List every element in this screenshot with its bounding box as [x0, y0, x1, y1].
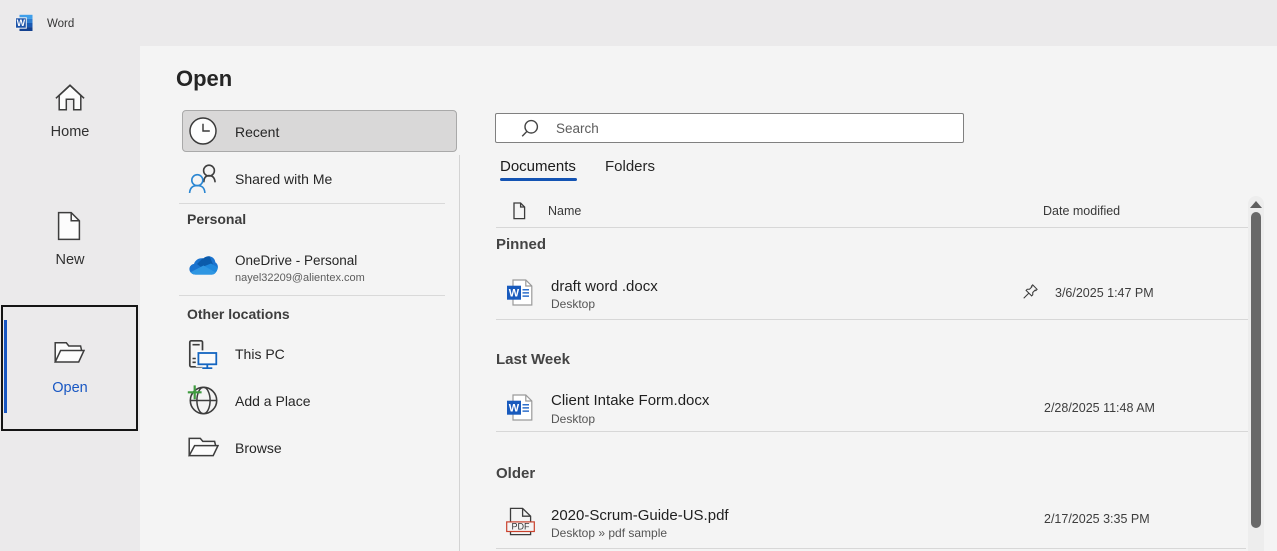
svg-text:PDF: PDF	[512, 522, 531, 532]
svg-text:W: W	[509, 288, 520, 300]
svg-text:W: W	[17, 18, 26, 28]
svg-text:W: W	[509, 403, 520, 415]
